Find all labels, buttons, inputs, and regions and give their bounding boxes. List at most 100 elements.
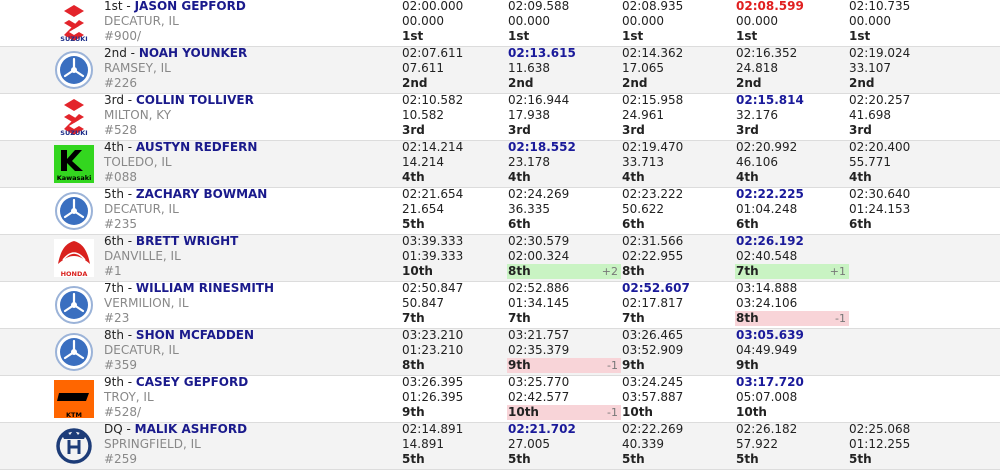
lap-cell: 03:26.465 03:52.909 9th: [622, 328, 735, 373]
rider-name-line: 6th - BRETT WRIGHT: [104, 234, 384, 249]
lap-position: 5th: [735, 452, 849, 467]
rider-info: 6th - BRETT WRIGHT DANVILLE, IL #1: [104, 234, 384, 279]
lap-time: 02:00.000: [402, 0, 464, 13]
rider-name-link[interactable]: BRETT WRIGHT: [136, 234, 238, 248]
rider-name-link[interactable]: ZACHARY BOWMAN: [136, 187, 267, 201]
rider-info: 7th - WILLIAM RINESMITH VERMILION, IL #23: [104, 281, 384, 326]
separator: -: [123, 187, 136, 201]
lap-position: 7th: [507, 311, 621, 326]
lap-place: 8th: [402, 358, 425, 372]
rider-position: 9th: [104, 375, 124, 389]
separator: -: [126, 46, 139, 60]
lap-time: 02:19.024: [849, 46, 911, 60]
rider-info: 5th - ZACHARY BOWMAN DECATUR, IL #235: [104, 187, 384, 232]
lap-place: 3rd: [508, 123, 531, 137]
kawasaki-logo-icon: Kawasaki: [53, 144, 95, 184]
elapsed-gap: 00.000: [736, 14, 778, 28]
yamaha-logo-icon: [53, 332, 95, 372]
lap-place: 2nd: [402, 76, 428, 90]
lap-position: 4th: [848, 170, 962, 185]
rider-position: 1st: [104, 0, 123, 13]
rider-location: RAMSEY, IL: [104, 61, 171, 75]
lap-position: 10th: [401, 264, 515, 279]
rider-name-line: DQ - MALIK ASHFORD: [104, 422, 384, 437]
lap-position: 2nd: [507, 76, 621, 91]
lap-cell: 03:14.888 03:24.106 8th -1: [735, 281, 849, 326]
lap-cell: 02:26.192 02:40.548 7th +1: [735, 234, 849, 279]
lap-time: 02:22.225: [736, 187, 804, 201]
rider-location: TROY, IL: [104, 390, 154, 404]
suzuki-logo-icon: SUZUKI: [53, 97, 95, 137]
lap-place: 5th: [402, 452, 425, 466]
lap-time: 02:18.552: [508, 140, 576, 154]
lap-position: 4th: [735, 170, 849, 185]
lap-cell: 02:20.257 41.698 3rd: [849, 93, 962, 138]
table-row: KTM 9th - CASEY GEPFORD TROY, IL #528/03:26…: [0, 375, 1000, 423]
rider-position: 7th: [104, 281, 124, 295]
lap-place: 7th: [736, 264, 759, 278]
rider-name-link[interactable]: JASON GEPFORD: [135, 0, 246, 13]
lap-position: 5th: [848, 452, 962, 467]
rider-location: VERMILION, IL: [104, 296, 189, 310]
rider-number: #1: [104, 264, 122, 278]
lap-position: 1st: [401, 29, 515, 44]
rider-number: #235: [104, 217, 137, 231]
lap-time: 02:14.362: [622, 46, 684, 60]
lap-time: 02:22.269: [622, 422, 684, 436]
separator: -: [122, 0, 135, 13]
elapsed-gap: 55.771: [849, 155, 891, 169]
lap-cell: 02:26.182 57.922 5th: [736, 422, 849, 467]
rider-info: 4th - AUSTYN REDFERN TOLEDO, IL #088: [104, 140, 384, 185]
rider-name-link[interactable]: AUSTYN REDFERN: [136, 140, 257, 154]
lap-place: 5th: [736, 452, 759, 466]
rider-name-link[interactable]: COLLIN TOLLIVER: [136, 93, 254, 107]
lap-cell: 03:05.639 04:49.949 9th: [736, 328, 849, 373]
lap-place: 2nd: [508, 76, 534, 90]
rider-name-link[interactable]: MALIK ASHFORD: [135, 422, 247, 436]
rider-name-link[interactable]: NOAH YOUNKER: [139, 46, 247, 60]
lap-time: 02:08.935: [622, 0, 684, 13]
rider-name-link[interactable]: WILLIAM RINESMITH: [136, 281, 274, 295]
elapsed-gap: 50.622: [622, 202, 664, 216]
lap-cell: 02:16.352 24.818 2nd: [736, 46, 849, 91]
lap-position: 1st: [507, 29, 621, 44]
rider-location: DECATUR, IL: [104, 343, 179, 357]
lap-position: 3rd: [621, 123, 735, 138]
separator: -: [122, 422, 135, 436]
lap-cell: 02:15.814 32.176 3rd: [736, 93, 849, 138]
rider-name-link[interactable]: CASEY GEPFORD: [136, 375, 248, 389]
lap-position: 4th: [507, 170, 621, 185]
lap-position: 3rd: [401, 123, 515, 138]
elapsed-gap: 50.847: [402, 296, 444, 310]
elapsed-gap: 23.178: [508, 155, 550, 169]
table-row: DQ - MALIK ASHFORD SPRINGFIELD, IL #259 02:…: [0, 422, 1000, 470]
elapsed-gap: 24.818: [736, 61, 778, 75]
elapsed-gap: 02:17.817: [622, 296, 684, 310]
lap-place: 6th: [508, 217, 531, 231]
lap-place: 8th: [508, 264, 531, 278]
elapsed-gap: 01:12.255: [849, 437, 911, 451]
elapsed-gap: 01:24.153: [849, 202, 911, 216]
lap-position: 5th: [621, 452, 735, 467]
elapsed-gap: 04:49.949: [736, 343, 798, 357]
lap-position: 7th +1: [735, 264, 849, 279]
lap-place: 2nd: [736, 76, 762, 90]
lap-position: 10th -1: [507, 405, 621, 420]
rider-info: 2nd - NOAH YOUNKER RAMSEY, IL #226: [104, 46, 384, 91]
separator: -: [123, 93, 136, 107]
lap-position: 9th: [735, 358, 849, 373]
lap-time: 02:30.579: [508, 234, 570, 248]
lap-position: 6th: [621, 217, 735, 232]
brand-logo-text: SUZUKI: [60, 129, 87, 137]
lap-place: 4th: [402, 170, 425, 184]
rider-name-link[interactable]: SHON MCFADDEN: [136, 328, 254, 342]
elapsed-gap: 17.938: [508, 108, 550, 122]
table-row: 2nd - NOAH YOUNKER RAMSEY, IL #226 02:07.61…: [0, 46, 1000, 94]
elapsed-gap: 02:22.955: [622, 249, 684, 263]
results-table: SUZUKI 1st - JASON GEPFORD DECATUR, IL #900…: [0, 0, 1000, 470]
lap-position: 8th: [401, 358, 515, 373]
brand-logo-text: Kawasaki: [57, 174, 92, 182]
lap-cell: 03:17.720 05:07.008 10th: [736, 375, 849, 420]
lap-cell: 02:24.269 36.335 6th: [508, 187, 621, 232]
lap-place: 5th: [508, 452, 531, 466]
